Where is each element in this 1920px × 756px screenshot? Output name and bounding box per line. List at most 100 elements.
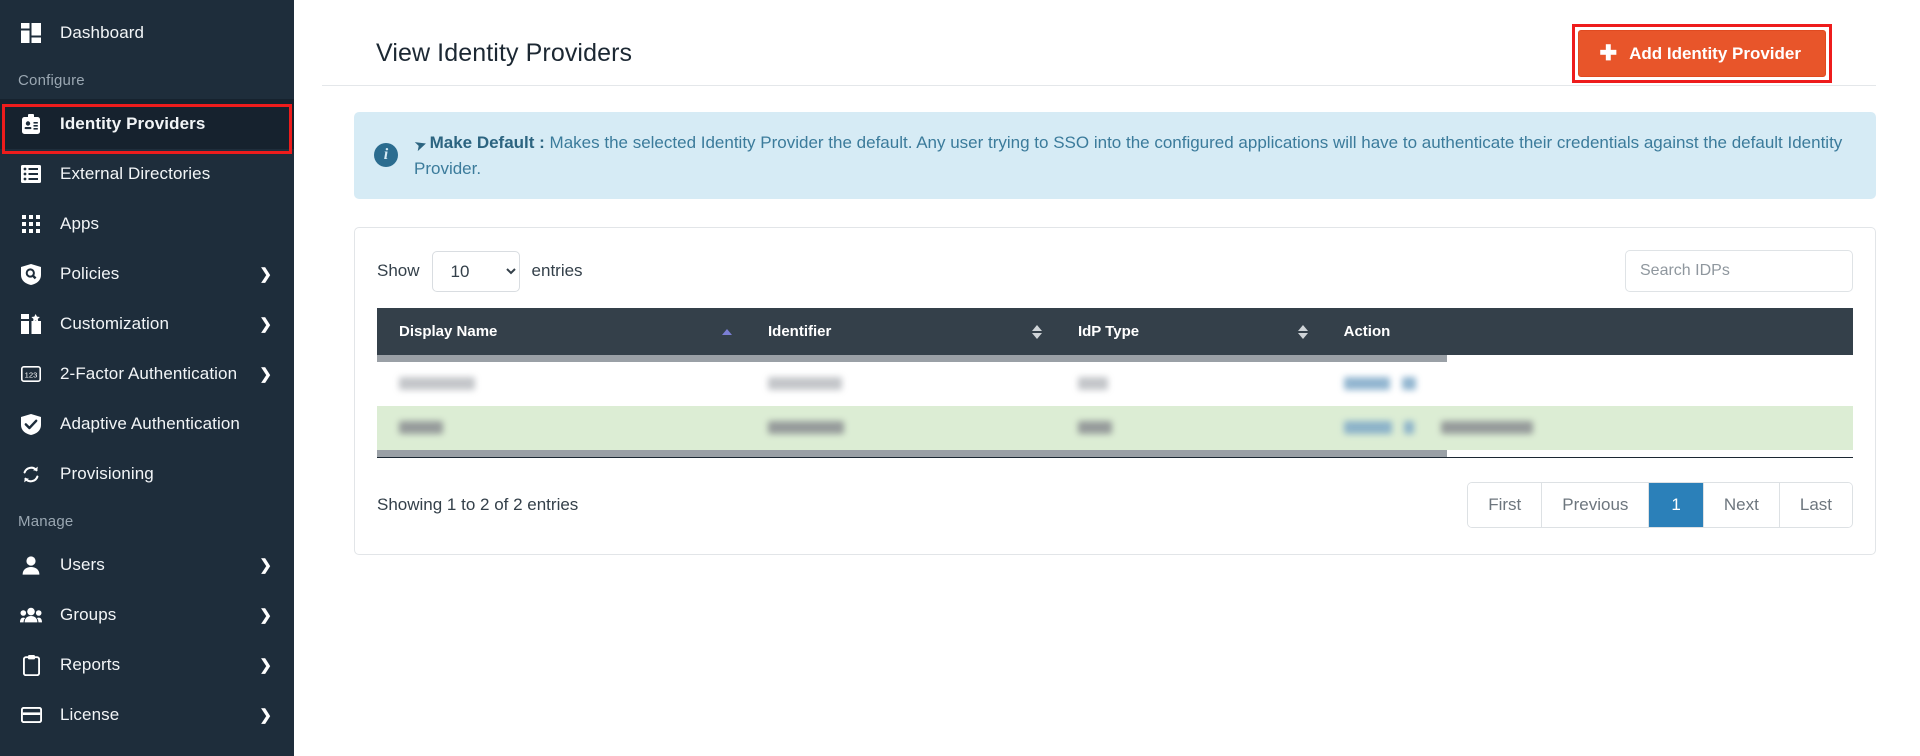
info-banner-body: Makes the selected Identity Provider the… <box>414 133 1843 178</box>
cell-idp-type <box>1055 406 1322 450</box>
column-header-identifier[interactable]: Identifier <box>746 308 1056 355</box>
shield-check-icon <box>18 413 44 435</box>
cell-identifier <box>746 362 1056 406</box>
sidebar-item-label: License <box>60 705 120 724</box>
redacted-action-link[interactable] <box>1343 377 1390 391</box>
column-label: Display Name <box>399 323 498 340</box>
redacted-action-link[interactable] <box>1440 421 1533 435</box>
column-header-action[interactable]: Action <box>1321 308 1853 355</box>
sidebar-item-groups[interactable]: Groups ❯ <box>0 590 294 640</box>
table-footer: Showing 1 to 2 of 2 entries First Previo… <box>377 482 1853 528</box>
cell-action <box>1321 362 1853 406</box>
sidebar-item-reports[interactable]: Reports ❯ <box>0 640 294 690</box>
show-label: Show <box>377 261 420 280</box>
sidebar-item-label: Users <box>60 555 105 574</box>
chevron-right-icon: ❯ <box>259 316 272 333</box>
sidebar: Dashboard Configure Identity Providers E… <box>0 0 294 756</box>
entries-label: entries <box>531 261 583 280</box>
chevron-right-icon: ❯ <box>259 266 272 283</box>
sidebar-item-label: Adaptive Authentication <box>60 414 240 433</box>
cell-identifier <box>746 406 1056 450</box>
table-scroll-area: Display Name Identifier IdP Type Action <box>377 308 1853 458</box>
table-controls: Show 10 25 50 100 entries <box>377 250 1853 292</box>
redacted-action-link[interactable] <box>1402 377 1417 391</box>
horizontal-scrollbar-top[interactable] <box>377 355 1448 362</box>
page-title: View Identity Providers <box>376 39 633 67</box>
pagination-last[interactable]: Last <box>1779 483 1852 527</box>
show-entries-control: Show 10 25 50 100 entries <box>377 250 583 292</box>
redacted-value <box>1077 421 1112 435</box>
search-input[interactable] <box>1625 250 1853 292</box>
add-identity-provider-button[interactable]: ✚ Add Identity Provider <box>1578 30 1826 77</box>
card-icon <box>18 704 44 726</box>
clipboard-icon <box>18 654 44 676</box>
column-header-idp-type[interactable]: IdP Type <box>1055 308 1322 355</box>
redacted-value <box>399 377 475 391</box>
table-header-row: Display Name Identifier IdP Type Action <box>377 308 1853 355</box>
sort-icon[interactable] <box>1297 324 1308 339</box>
identity-providers-table: Display Name Identifier IdP Type Action <box>377 308 1853 355</box>
pagination-page-1[interactable]: 1 <box>1649 483 1704 527</box>
sidebar-item-label: Dashboard <box>60 23 145 42</box>
cell-display-name <box>377 362 746 406</box>
sort-icon[interactable] <box>1031 324 1042 339</box>
page-size-select[interactable]: 10 25 50 100 <box>431 250 520 292</box>
users-group-icon <box>18 604 44 626</box>
id-badge-icon <box>18 113 44 135</box>
plus-icon: ✚ <box>1599 42 1618 65</box>
pagination: First Previous 1 Next Last <box>1467 482 1853 528</box>
add-identity-provider-highlight: ✚ Add Identity Provider <box>1572 24 1832 83</box>
column-label: Identifier <box>768 323 832 340</box>
cell-display-name <box>377 406 746 450</box>
redacted-value <box>768 421 844 435</box>
chevron-right-icon: ❯ <box>259 657 272 674</box>
pagination-previous[interactable]: Previous <box>1542 483 1650 527</box>
sidebar-item-identity-providers[interactable]: Identity Providers <box>0 99 294 149</box>
sort-ascending-icon[interactable] <box>722 328 732 335</box>
column-header-display-name[interactable]: Display Name <box>377 308 746 355</box>
sidebar-section-manage: Manage <box>18 513 74 530</box>
svg-text:123: 123 <box>25 370 38 379</box>
column-label: IdP Type <box>1077 323 1140 340</box>
pagination-next[interactable]: Next <box>1703 483 1780 527</box>
sidebar-item-users[interactable]: Users ❯ <box>0 540 294 590</box>
sidebar-item-license[interactable]: License ❯ <box>0 690 294 740</box>
redacted-action-link[interactable] <box>1343 421 1392 435</box>
shield-search-icon <box>18 263 44 285</box>
info-banner-strong: Make Default : <box>429 133 545 152</box>
redacted-value <box>1077 377 1108 391</box>
sidebar-item-provisioning[interactable]: Provisioning <box>0 449 294 499</box>
table-body <box>377 362 1853 450</box>
sidebar-item-apps[interactable]: Apps <box>0 199 294 249</box>
redacted-value <box>768 377 842 391</box>
sidebar-item-dashboard[interactable]: Dashboard <box>0 8 294 58</box>
chevron-right-icon: ❯ <box>259 557 272 574</box>
sidebar-item-2-factor-authentication[interactable]: 123 2-Factor Authentication ❯ <box>0 349 294 399</box>
table-row[interactable] <box>377 406 1853 450</box>
chevron-right-icon: ❯ <box>259 366 272 383</box>
numeric-123-icon: 123 <box>18 363 44 385</box>
user-icon <box>18 554 44 576</box>
make-default-info-banner: i ➤Make Default : Makes the selected Ide… <box>354 112 1876 199</box>
dashboard-icon <box>18 22 44 44</box>
horizontal-scrollbar-bottom[interactable] <box>377 450 1448 457</box>
sidebar-item-customization[interactable]: Customization ❯ <box>0 299 294 349</box>
sidebar-item-label: Customization <box>60 314 170 333</box>
content-area: i ➤Make Default : Makes the selected Ide… <box>294 86 1920 555</box>
sidebar-section-configure: Configure <box>18 72 85 89</box>
identity-providers-table-body <box>377 362 1853 450</box>
sidebar-item-adaptive-authentication[interactable]: Adaptive Authentication <box>0 399 294 449</box>
column-label: Action <box>1343 323 1391 340</box>
sidebar-item-policies[interactable]: Policies ❯ <box>0 249 294 299</box>
sync-icon <box>18 463 44 485</box>
pagination-first[interactable]: First <box>1468 483 1543 527</box>
customization-icon <box>18 313 44 335</box>
table-row[interactable] <box>377 362 1853 406</box>
chevron-right-icon: ❯ <box>259 607 272 624</box>
redacted-action-link[interactable] <box>1404 421 1415 435</box>
chevron-right-icon: ❯ <box>259 707 272 724</box>
list-icon <box>18 163 44 185</box>
app-root: Dashboard Configure Identity Providers E… <box>0 0 1920 756</box>
cell-idp-type <box>1055 362 1322 406</box>
sidebar-item-external-directories[interactable]: External Directories <box>0 149 294 199</box>
